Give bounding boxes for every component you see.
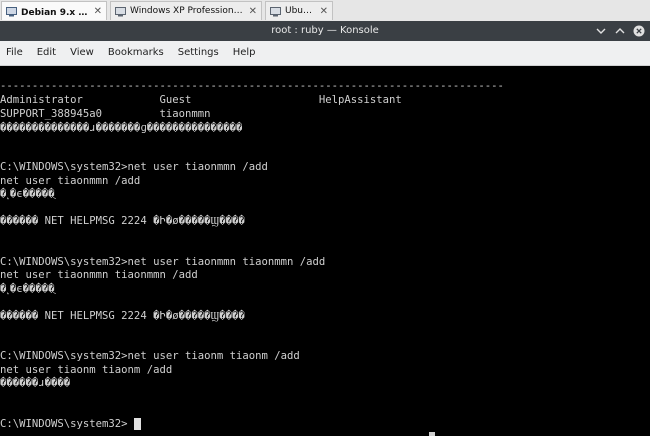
vm-tab-debian[interactable]: Debian 9.x 64 位 ✕ (1, 1, 107, 20)
close-window-icon[interactable] (633, 25, 645, 37)
terminal-line: ������ NET HELPMSG 2224 �Ի�ø�����Ϣ���� (0, 215, 245, 227)
window-title: root : ruby — Konsole (271, 25, 379, 36)
menu-bar: File Edit View Bookmarks Settings Help (0, 41, 650, 66)
vm-tab-label: Windows XP Professional No P… (130, 6, 245, 16)
terminal-line: SUPPORT_388945a0 tiaonmmn (0, 108, 211, 120)
vm-tab-ubuntu[interactable]: Ubuntu ✕ (265, 1, 333, 20)
vm-icon (6, 6, 17, 16)
vm-icon (270, 6, 281, 16)
terminal-line: ������ɹ���� (0, 377, 71, 389)
terminal-line: ������ NET HELPMSG 2224 �Ի�ø�����Ϣ���� (0, 310, 245, 322)
terminal-line: C:\WINDOWS\system32>net user tiaonmmn ti… (0, 256, 326, 268)
terminal-line: C:\WINDOWS\system32>net user tiaonm tiao… (0, 350, 300, 362)
scroll-marker (429, 432, 435, 436)
terminal-line: ��������������ɹ�������ɡ��������������� (0, 122, 243, 134)
terminal-line: net user tiaonmmn /add (0, 175, 141, 187)
maximize-icon[interactable] (614, 25, 626, 37)
menu-edit[interactable]: Edit (30, 41, 63, 65)
menu-view[interactable]: View (63, 41, 101, 65)
vm-tab-strip: Debian 9.x 64 位 ✕ Windows XP Professiona… (0, 0, 650, 22)
menu-help[interactable]: Help (226, 41, 263, 65)
minimize-icon[interactable] (595, 25, 607, 37)
terminal-line: �˻�ϵ�����ֻ (0, 188, 55, 200)
terminal-line: C:\WINDOWS\system32>net user tiaonmmn /a… (0, 161, 268, 173)
window-titlebar[interactable]: root : ruby — Konsole (0, 21, 650, 41)
terminal-line: net user tiaonm tiaonm /add (0, 364, 173, 376)
vm-tab-label: Ubuntu (285, 6, 316, 16)
menu-bookmarks[interactable]: Bookmarks (101, 41, 171, 65)
terminal-cursor (134, 418, 141, 430)
terminal-prompt: C:\WINDOWS\system32> (0, 418, 128, 430)
vm-tab-windows-xp[interactable]: Windows XP Professional No P… ✕ (110, 1, 262, 20)
terminal-line: ----------------------------------------… (0, 80, 504, 92)
terminal-view[interactable]: ----------------------------------------… (0, 66, 650, 436)
terminal-line: net user tiaonmmn tiaonmmn /add (0, 269, 198, 281)
vm-icon (115, 6, 126, 16)
close-icon[interactable]: ✕ (249, 6, 257, 17)
vm-tab-label: Debian 9.x 64 位 (21, 7, 90, 18)
menu-settings[interactable]: Settings (171, 41, 226, 65)
menu-file[interactable]: File (0, 41, 30, 65)
terminal-line: Administrator Guest HelpAssistant (0, 94, 402, 106)
terminal-line: �˻�ϵ�����ֻ (0, 283, 55, 295)
close-icon[interactable]: ✕ (94, 6, 102, 17)
close-icon[interactable]: ✕ (320, 6, 328, 17)
